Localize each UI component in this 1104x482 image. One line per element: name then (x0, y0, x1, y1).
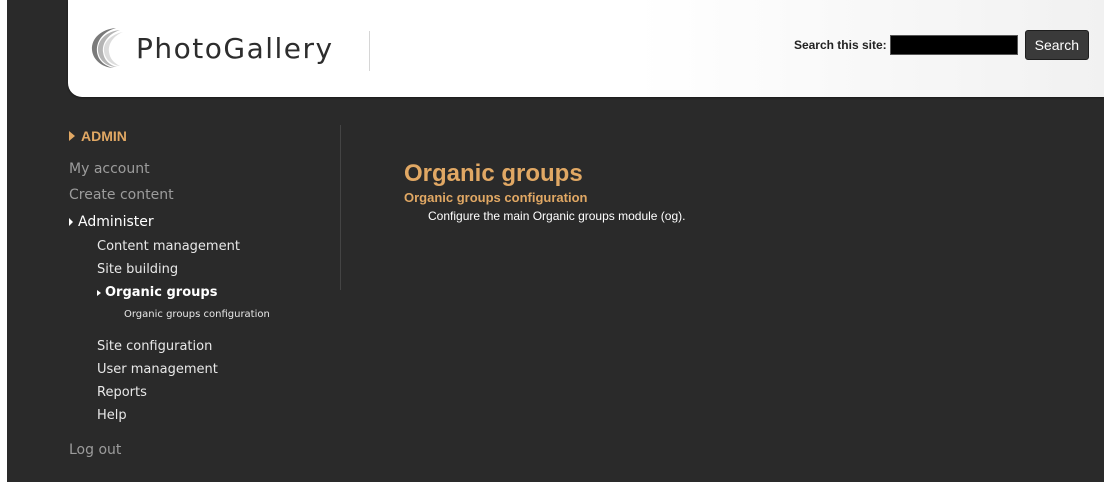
triangle-right-icon (69, 218, 73, 226)
nav-organic-groups-label: Organic groups (105, 285, 218, 300)
nav-user-management[interactable]: User management (97, 362, 218, 377)
nav-administer-label: Administer (78, 214, 154, 230)
sidebar-divider (340, 125, 341, 290)
search-form: Search this site: Search (794, 30, 1089, 60)
header-divider (369, 31, 370, 71)
search-button[interactable]: Search (1024, 30, 1089, 60)
admin-title-label: ADMIN (81, 128, 127, 144)
nav-my-account[interactable]: My account (69, 161, 150, 177)
nav-help[interactable]: Help (97, 408, 127, 423)
triangle-right-icon (97, 289, 101, 296)
page-background: PhotoGallery Search this site: Search AD… (7, 0, 1104, 482)
site-logo[interactable]: PhotoGallery (90, 26, 334, 70)
admin-section-title: ADMIN (69, 128, 339, 144)
sidebar-nav: ADMIN My account Create content Administ… (69, 128, 339, 458)
nav-log-out[interactable]: Log out (69, 442, 121, 458)
nav-reports[interactable]: Reports (97, 385, 147, 400)
crescent-logo-icon (91, 28, 123, 68)
nav-content-management[interactable]: Content management (97, 239, 240, 254)
nav-create-content[interactable]: Create content (69, 187, 174, 203)
nav-organic-groups-configuration[interactable]: Organic groups configuration (124, 309, 270, 320)
site-header: PhotoGallery Search this site: Search (68, 0, 1104, 97)
triangle-right-icon (69, 131, 75, 141)
search-input[interactable] (889, 35, 1018, 55)
config-description: Configure the main Organic groups module… (428, 209, 686, 223)
nav-administer[interactable]: Administer (69, 214, 154, 230)
nav-site-building[interactable]: Site building (97, 262, 178, 277)
site-name[interactable]: PhotoGallery (136, 32, 334, 65)
nav-organic-groups[interactable]: Organic groups (97, 285, 217, 300)
page-title: Organic groups (404, 160, 583, 187)
main-content: Organic groups Organic groups configurat… (404, 160, 685, 223)
organic-groups-configuration-link[interactable]: Organic groups configuration (404, 190, 685, 205)
search-label: Search this site: (793, 38, 887, 52)
nav-site-configuration[interactable]: Site configuration (97, 339, 212, 354)
